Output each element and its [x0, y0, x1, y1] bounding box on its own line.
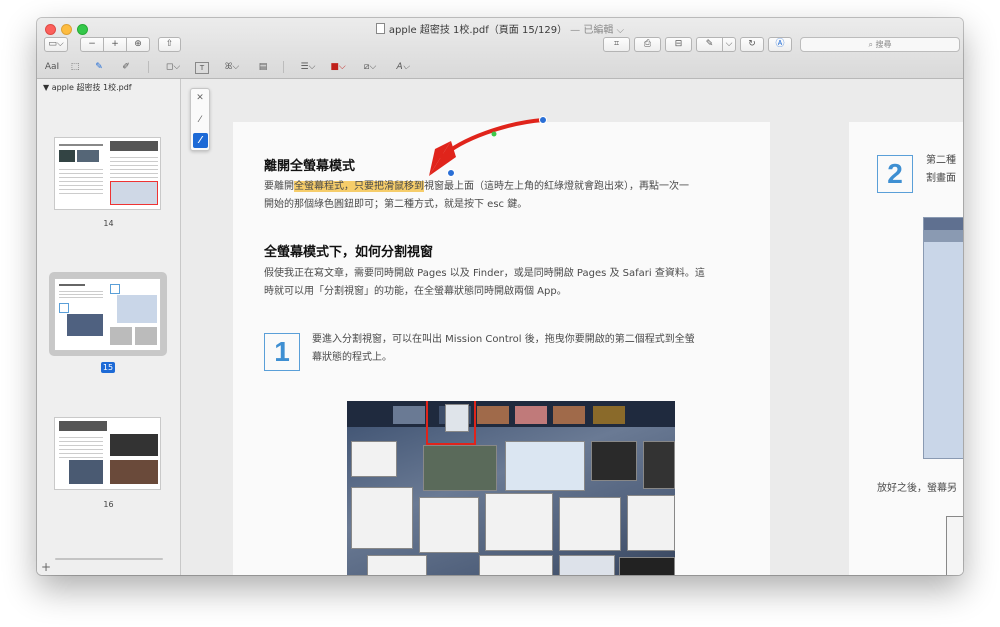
search-icon: ⌕: [868, 40, 876, 49]
thin-stroke-option[interactable]: ⁄: [194, 114, 206, 126]
title-toolbar-area: apple 超密技 1校.pdf（頁面 15/129） — 已編輯 ⌵ ▭⌵ − …: [37, 18, 963, 79]
print-button[interactable]: ⎙: [634, 37, 661, 52]
zoom-out-button[interactable]: −: [80, 37, 104, 52]
rect-select-button[interactable]: ⬚: [68, 60, 82, 74]
page-thumbnail-15[interactable]: [54, 278, 161, 351]
border-color-button[interactable]: ■⌵: [327, 60, 349, 74]
annotation-layer: [429, 116, 547, 177]
fill-color-button[interactable]: ⧄⌵: [359, 60, 381, 74]
document-icon: [375, 23, 385, 34]
page-thumbnail-14[interactable]: [54, 137, 161, 210]
sketch-button[interactable]: ✎: [91, 60, 107, 74]
sign-markup-button[interactable]: ꕤ⌵: [221, 60, 243, 74]
search-placeholder: 搜尋: [875, 40, 892, 49]
shapes-button[interactable]: ◻⌵: [162, 60, 184, 74]
sign-button[interactable]: ✎: [696, 37, 723, 52]
markup-toolbar: AaI ⬚ ✎ ✐ ◻⌵ T ꕤ⌵ ▤ ☰⌵ ■⌵ ⧄⌵ A⌵: [37, 56, 963, 78]
sidebar-file-header[interactable]: ▼ apple 超密技 1校.pdf: [43, 82, 132, 93]
close-palette-icon[interactable]: ✕: [194, 92, 206, 104]
note-button[interactable]: ▤: [256, 60, 270, 74]
divider: [148, 61, 149, 73]
document-view[interactable]: 離開全螢幕模式 要離開全螢幕程式，只要把滑鼠移到視窗最上面（這時左上角的紅綠燈就…: [181, 79, 963, 575]
divider: [283, 61, 284, 73]
window-title-text: apple 超密技 1校.pdf（頁面 15/129）: [388, 25, 568, 36]
rotate-button[interactable]: ↻: [740, 37, 764, 52]
sign-menu-button[interactable]: ⌵: [722, 37, 736, 52]
page-number-16: 16: [103, 500, 114, 509]
arrow-end-handle[interactable]: [447, 169, 455, 177]
thick-stroke-option[interactable]: ⁄: [193, 133, 208, 148]
line-style-button[interactable]: ☰⌵: [297, 60, 319, 74]
markup-toolbar-button[interactable]: Ⓐ: [768, 37, 792, 52]
search-input[interactable]: ⌕ 搜尋: [800, 37, 960, 52]
sidebar-scrollbar[interactable]: [55, 558, 163, 560]
page-number-15-selected: 15: [101, 362, 115, 373]
font-button[interactable]: A⌵: [393, 60, 413, 74]
text-box-button[interactable]: T: [195, 62, 209, 74]
page-number-14: 14: [103, 219, 114, 228]
window-title: apple 超密技 1校.pdf（頁面 15/129） — 已編輯 ⌵: [37, 21, 963, 36]
text-style-button[interactable]: AaI: [42, 60, 62, 74]
sidebar-file-name: apple 超密技 1校.pdf: [51, 83, 132, 92]
share-button[interactable]: ⇧: [158, 37, 181, 52]
red-arrow-annotation[interactable]: [440, 118, 545, 159]
arrow-start-handle[interactable]: [539, 116, 547, 124]
page-thumbnail-16[interactable]: [54, 417, 161, 490]
sketch-style-palette: ✕ ⁄ ⁄: [190, 88, 210, 151]
sidebar-toggle-button[interactable]: ▭⌵: [44, 37, 68, 52]
crop-button[interactable]: ⌗: [603, 37, 630, 52]
zoom-in-button[interactable]: +: [103, 37, 127, 52]
thumbnail-sidebar: ▼ apple 超密技 1校.pdf 14 15 16 +: [37, 79, 181, 575]
draw-button[interactable]: ✐: [118, 60, 134, 74]
edited-status[interactable]: — 已編輯 ⌵: [570, 25, 624, 36]
zoom-fit-button[interactable]: ⊕: [126, 37, 150, 52]
add-page-button[interactable]: +: [41, 560, 51, 574]
preview-window: apple 超密技 1校.pdf（頁面 15/129） — 已編輯 ⌵ ▭⌵ − …: [37, 18, 963, 575]
arrow-control-handle[interactable]: [491, 131, 497, 137]
stamp-button[interactable]: ⊟: [665, 37, 692, 52]
